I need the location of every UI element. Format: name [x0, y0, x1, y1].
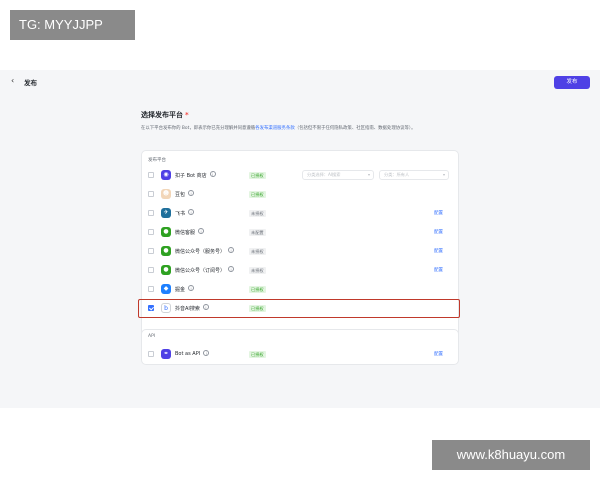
platform-name: 扣子 Bot 商店: [175, 173, 207, 179]
status-badge: 未配置: [249, 229, 266, 236]
info-icon[interactable]: i: [188, 190, 195, 196]
platform-section-title: 发布平台: [148, 158, 166, 163]
platform-name: Bot as API: [175, 351, 201, 357]
configure-link[interactable]: 配置: [434, 351, 443, 357]
platform-row[interactable]: ◉ 扣子 Bot 商店 i 已授权 分类选择：AI搜索 ▾ 分类：所有人 ▾: [142, 166, 460, 185]
info-icon[interactable]: i: [188, 285, 195, 291]
platform-name: 微信公众号（订阅号）: [175, 268, 226, 274]
wechat-service-icon: ●: [161, 227, 171, 237]
platform-checkbox[interactable]: [148, 351, 154, 357]
page-title: 发布: [24, 79, 37, 87]
status-badge: 已授权: [249, 351, 266, 358]
platform-checkbox[interactable]: [148, 229, 154, 235]
doubao-icon: ☻: [161, 189, 171, 199]
heading-text: 选择发布平台: [141, 111, 183, 119]
bot-store-icon: ◉: [161, 170, 171, 180]
platform-row[interactable]: ✈ 飞书 i 未授权 配置: [142, 204, 460, 223]
platform-row[interactable]: ☻ 豆包 i 已授权: [142, 185, 460, 204]
configure-link[interactable]: 配置: [434, 248, 443, 254]
api-card: API ⚭ Bot as API i 已授权 配置: [141, 329, 459, 365]
info-icon[interactable]: i: [209, 171, 216, 177]
api-icon: ⚭: [161, 349, 171, 359]
platform-name: 飞书: [175, 211, 186, 217]
publish-description: 在以下平台发布你的 Bot，即表示你已充分理解并同意遵循各发布渠道服务条款（包括…: [141, 125, 459, 132]
configure-link[interactable]: 配置: [434, 229, 443, 235]
platform-row[interactable]: ● 微信公众号（订阅号） i 未授权 配置: [142, 261, 460, 280]
watermark-top-left: TG: MYYJJPP: [10, 10, 135, 40]
publish-button[interactable]: 发布: [554, 76, 590, 89]
platform-row[interactable]: ⚭ Bot as API i 已授权 配置: [142, 345, 460, 364]
category-select[interactable]: 分类选择：AI搜索 ▾: [302, 170, 374, 180]
info-icon[interactable]: i: [198, 228, 205, 234]
platform-checkbox[interactable]: [148, 248, 154, 254]
platform-row[interactable]: ● 微信客服 i 未配置 配置: [142, 223, 460, 242]
platform-name: 掘金: [175, 287, 186, 293]
info-icon[interactable]: i: [228, 247, 235, 253]
back-chevron-icon[interactable]: ‹: [11, 76, 14, 85]
feishu-icon: ✈: [161, 208, 171, 218]
platform-checkbox[interactable]: [148, 267, 154, 273]
category-select-value: 分类选择：AI搜索: [307, 172, 341, 177]
platform-checkbox[interactable]: [148, 210, 154, 216]
publish-page: ‹ 发布 发布 选择发布平台 * 在以下平台发布你的 Bot，即表示你已充分理解并…: [0, 70, 600, 408]
section-heading: 选择发布平台 *: [141, 110, 189, 120]
platform-checkbox[interactable]: [148, 172, 154, 178]
status-badge: 已授权: [249, 172, 266, 179]
wechat-subscription-icon: ●: [161, 265, 171, 275]
selected-row-highlight: [138, 299, 460, 318]
chevron-down-icon: ▾: [442, 172, 445, 177]
api-section-title: API: [148, 334, 156, 339]
info-icon[interactable]: i: [203, 350, 210, 356]
chevron-down-icon: ▾: [367, 172, 370, 177]
platform-checkbox[interactable]: [148, 191, 154, 197]
configure-link[interactable]: 配置: [434, 210, 443, 216]
wechat-service-account-icon: ●: [161, 246, 171, 256]
desc-suffix: （包括但不限于任何隐私政策、社区指南、数据处理协议等）。: [294, 126, 416, 131]
info-icon[interactable]: i: [188, 209, 195, 215]
status-badge: 已授权: [249, 286, 266, 293]
terms-link[interactable]: 各发布渠道服务条款: [255, 126, 295, 131]
status-badge: 已授权: [249, 191, 266, 198]
juejin-icon: ◆: [161, 284, 171, 294]
visibility-select[interactable]: 分类：所有人 ▾: [379, 170, 449, 180]
required-mark: *: [185, 111, 189, 119]
watermark-bottom-right: www.k8huayu.com: [432, 440, 590, 470]
top-bar: ‹ 发布 发布: [0, 70, 600, 94]
platform-name: 豆包: [175, 192, 186, 198]
status-badge: 未授权: [249, 248, 266, 255]
platform-checkbox[interactable]: [148, 286, 154, 292]
configure-link[interactable]: 配置: [434, 267, 443, 273]
platform-row[interactable]: ◆ 掘金 i 已授权: [142, 280, 460, 299]
platform-name: 微信客服: [175, 230, 196, 236]
desc-prefix: 在以下平台发布你的 Bot，即表示你已充分理解并同意遵循: [141, 126, 256, 131]
platform-row[interactable]: ● 微信公众号（服务号） i 未授权 配置: [142, 242, 460, 261]
status-badge: 未授权: [249, 267, 266, 274]
visibility-select-value: 分类：所有人: [384, 172, 410, 177]
info-icon[interactable]: i: [228, 266, 235, 272]
status-badge: 未授权: [249, 210, 266, 217]
platform-name: 微信公众号（服务号）: [175, 249, 226, 255]
